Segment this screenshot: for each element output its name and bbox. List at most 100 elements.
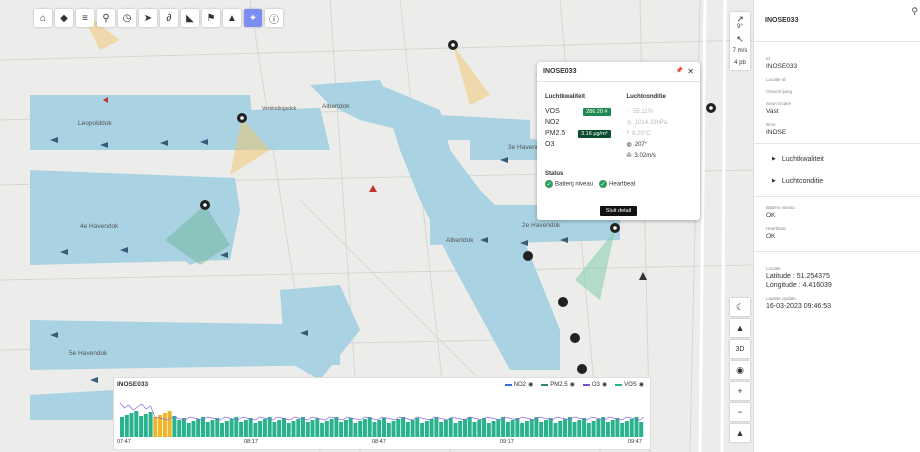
legend-item[interactable]: NO2 ◉ xyxy=(504,381,533,388)
vos-bar xyxy=(624,421,629,437)
eye-icon[interactable]: ◉ xyxy=(602,381,607,388)
legend-swatch xyxy=(582,383,590,386)
vos-bar xyxy=(443,420,448,437)
vos-bar xyxy=(253,423,258,437)
timeline-panel[interactable]: INOSE033 NO2 ◉ PM2.5 ◉ O3 ◉ VOS ◉ 07:47 08:17 08:… xyxy=(113,377,651,450)
close-detail-button[interactable]: Sluit detail xyxy=(599,206,638,216)
vos-bar xyxy=(320,423,325,437)
locate-icon[interactable]: ◉ xyxy=(730,361,750,379)
vos-bar xyxy=(396,419,401,437)
condition-row: ◍ 207° xyxy=(627,139,693,150)
field-label: Omschrijving xyxy=(766,89,793,94)
vos-bar xyxy=(477,420,482,437)
zoom-in-button[interactable]: + xyxy=(730,382,750,400)
map-label-4e-havendok: 4e Havendok xyxy=(80,223,119,230)
vos-bar xyxy=(362,419,367,437)
timeline-chart xyxy=(119,402,645,437)
vos-bar xyxy=(367,417,372,437)
warning-icon[interactable]: ▲ xyxy=(223,9,241,27)
legend-label: O3 xyxy=(591,381,600,388)
search-icon[interactable]: ⚲ xyxy=(97,9,115,27)
eye-icon[interactable]: ◉ xyxy=(639,381,644,388)
vos-bar xyxy=(472,422,477,437)
vos-bar xyxy=(615,418,620,437)
field-omschrijving: Omschrijving xyxy=(754,89,920,95)
clock-icon[interactable]: ◷ xyxy=(118,9,136,27)
popup-status: Status ✓ Batterij niveau ✓ Heartbeat xyxy=(537,161,700,188)
status-field: Battery niveau OK xyxy=(754,205,920,220)
vos-bar xyxy=(177,420,182,437)
legend-item[interactable]: VOS ◉ xyxy=(615,381,644,388)
vos-bar xyxy=(596,419,601,437)
accordion-label: Luchtconditie xyxy=(781,177,824,185)
terrain-icon[interactable]: ▲ xyxy=(730,319,750,337)
vos-bar xyxy=(510,420,515,437)
status-item: ✓ Heartbeat xyxy=(599,180,635,188)
flag-icon[interactable]: ⚑ xyxy=(202,9,220,27)
eye-icon[interactable]: ◉ xyxy=(528,381,533,388)
air-label: NO2 xyxy=(545,119,560,126)
search-icon[interactable]: ⚲ xyxy=(911,6,918,17)
map-label-albertdok-top: Albertdok xyxy=(322,103,350,110)
accordion-luchtkwaliteit[interactable]: ▶ Luchtkwaliteit xyxy=(754,148,920,170)
vos-bar xyxy=(382,418,386,437)
filter-icon[interactable]: ≡ xyxy=(76,9,94,27)
vos-bar xyxy=(358,421,363,437)
vos-bar xyxy=(539,422,544,437)
field-value: INOSE033 xyxy=(766,63,798,70)
legend-item[interactable]: O3 ◉ xyxy=(582,381,607,388)
tag-icon[interactable]: ◣ xyxy=(181,9,199,27)
detail-panel: INOSE033 ⚲ Id INOSE033 Locatie Id Omschrijv… xyxy=(753,0,920,452)
condition-row: ◌ 55.11% xyxy=(627,106,693,117)
vos-bar xyxy=(210,420,215,437)
field-label: Locatie Id xyxy=(766,77,786,82)
field-value: OK xyxy=(766,233,776,240)
status-heading: Status xyxy=(545,171,564,177)
3d-button[interactable]: 3D xyxy=(730,340,750,358)
vos-bar xyxy=(220,423,224,437)
sensor-icon[interactable]: ✦ xyxy=(244,9,262,27)
vos-bar xyxy=(172,416,177,437)
map-view[interactable]: Leopolddok Albertdok Verbindingsdok 4e H… xyxy=(0,0,753,452)
air-row-no2: NO2 xyxy=(545,117,611,128)
vos-bar xyxy=(529,419,534,437)
eye-icon[interactable]: ◉ xyxy=(570,381,575,388)
vos-bar xyxy=(343,420,348,437)
cursor-icon[interactable]: ➤ xyxy=(139,9,157,27)
longitude-value: Longitude : 4.416039 xyxy=(766,282,832,289)
route-icon[interactable]: ∂ xyxy=(160,9,178,27)
layers-icon[interactable]: ◆ xyxy=(55,9,73,27)
air-quality-column: Luchtkwaliteit VOS 286.20 # NO2 PM2.5 3.16 µ… xyxy=(545,94,611,161)
vos-bar xyxy=(239,422,244,437)
wind-row: 7 m/s xyxy=(733,47,748,55)
zoom-out-button[interactable]: − xyxy=(730,403,750,421)
vos-bar xyxy=(629,419,634,437)
close-icon[interactable]: ✕ xyxy=(687,67,694,76)
night-mode-icon[interactable]: ☾ xyxy=(730,298,750,316)
vos-bar xyxy=(572,422,577,437)
vos-bar xyxy=(605,422,610,437)
sensor-popup: INOSE033 📌 ✕ Luchtkwaliteit VOS 286.20 # N… xyxy=(537,62,700,220)
vos-bar xyxy=(434,417,439,437)
legend-swatch xyxy=(541,383,549,386)
info-icon[interactable]: ⓘ xyxy=(265,9,283,27)
accordion-luchtconditie[interactable]: ▶ Luchtconditie xyxy=(754,170,920,192)
vos-bar xyxy=(305,422,310,437)
field-value: INOSE xyxy=(766,129,787,136)
vos-bar xyxy=(415,418,420,437)
compass-icon[interactable]: ▲ xyxy=(730,424,750,442)
legend-item[interactable]: PM2.5 ◉ xyxy=(541,381,575,388)
status-label: Heartbeat xyxy=(609,181,636,188)
home-icon[interactable]: ⌂ xyxy=(34,9,52,27)
pin-icon[interactable]: 📌 xyxy=(676,67,683,76)
vos-bar xyxy=(215,418,220,437)
vos-bar xyxy=(391,421,396,437)
vos-bar xyxy=(148,412,153,437)
vos-bar xyxy=(420,423,425,437)
map-label-albertdok-mid: Albertdok xyxy=(446,237,474,244)
vos-bar xyxy=(129,413,134,437)
location-field: Locatie Latitude : 51.254375 Longitude :… xyxy=(754,266,920,311)
air-label: VOS xyxy=(545,108,560,115)
vos-bar xyxy=(339,422,344,437)
vos-bar xyxy=(162,413,167,437)
